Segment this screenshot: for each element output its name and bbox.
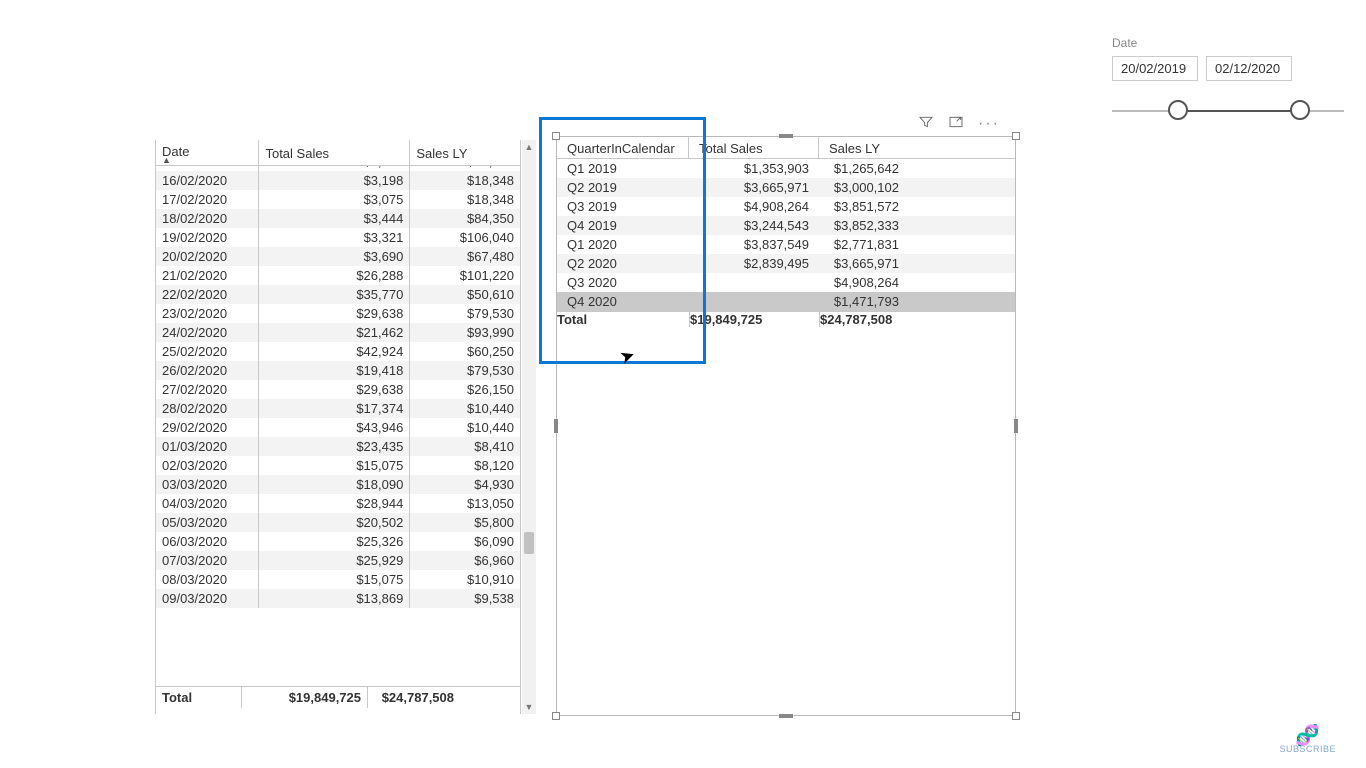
- resize-handle[interactable]: [1014, 419, 1018, 433]
- table-row[interactable]: 02/03/2020$15,075$8,120: [156, 456, 520, 475]
- daily-sales-header: Date ▲ Total Sales Sales LY: [156, 140, 520, 166]
- filter-icon[interactable]: [918, 114, 934, 133]
- more-options-icon[interactable]: ···: [978, 120, 1000, 128]
- col-header-quarter[interactable]: QuarterInCalendar: [557, 137, 689, 158]
- visual-header-actions: ···: [918, 114, 1000, 133]
- table-row[interactable]: 24/02/2020$21,462$93,990: [156, 323, 520, 342]
- subscribe-watermark: 🧬 SUBSCRIBE: [1279, 728, 1336, 754]
- date-slider[interactable]: [1112, 103, 1344, 119]
- total-ly-value: $24,787,508: [368, 687, 460, 708]
- table-row[interactable]: 09/03/2020$13,869$9,538: [156, 589, 520, 608]
- table-row[interactable]: 04/03/2020$28,944$13,050: [156, 494, 520, 513]
- resize-handle[interactable]: [552, 712, 560, 720]
- date-end-input[interactable]: 02/12/2020: [1206, 56, 1292, 81]
- table-row[interactable]: 27/02/2020$29,638$26,150: [156, 380, 520, 399]
- table-row[interactable]: Q3 2020$4,908,264: [557, 273, 1015, 292]
- daily-sales-table: Date ▲ Total Sales Sales LY 15/02/2020$2…: [155, 140, 521, 714]
- table-row[interactable]: 28/02/2020$17,374$10,440: [156, 399, 520, 418]
- resize-handle[interactable]: [1012, 132, 1020, 140]
- table-row[interactable]: 25/02/2020$42,924$60,250: [156, 342, 520, 361]
- slider-fill: [1178, 110, 1300, 112]
- col-header-sales-ly[interactable]: Sales LY: [819, 137, 919, 158]
- table-row[interactable]: 17/02/2020$3,075$18,348: [156, 190, 520, 209]
- table-row[interactable]: 23/02/2020$29,638$79,530: [156, 304, 520, 323]
- date-start-input[interactable]: 20/02/2019: [1112, 56, 1198, 81]
- table-row[interactable]: 01/03/2020$23,435$8,410: [156, 437, 520, 456]
- quarter-sales-table[interactable]: QuarterInCalendar Total Sales Sales LY Q…: [556, 136, 1016, 716]
- scroll-down-icon[interactable]: ▼: [522, 700, 536, 714]
- table-row[interactable]: 03/03/2020$18,090$4,930: [156, 475, 520, 494]
- daily-sales-scrollbar[interactable]: ▲ ▼: [522, 140, 536, 714]
- table-row[interactable]: Q2 2020$2,839,495$3,665,971: [557, 254, 1015, 273]
- table-row[interactable]: 26/02/2020$19,418$79,530: [156, 361, 520, 380]
- daily-sales-total-row: Total $19,849,725 $24,787,508: [156, 686, 520, 708]
- total-ly-value: $24,787,508: [819, 312, 909, 327]
- col-header-total-sales[interactable]: Total Sales: [259, 140, 410, 166]
- col-header-total-sales[interactable]: Total Sales: [689, 137, 819, 158]
- table-row[interactable]: 20/02/2020$3,690$67,480: [156, 247, 520, 266]
- total-sales-value: $19,849,725: [242, 687, 368, 708]
- date-slicer: Date 20/02/2019 02/12/2020: [1112, 36, 1354, 119]
- table-row[interactable]: 07/03/2020$25,929$6,960: [156, 551, 520, 570]
- table-row[interactable]: 21/02/2020$26,288$101,220: [156, 266, 520, 285]
- dna-icon: 🧬: [1279, 728, 1336, 744]
- slider-handle-start[interactable]: [1168, 100, 1188, 120]
- daily-sales-body[interactable]: 15/02/2020$2,091$26,68816/02/2020$3,198$…: [156, 166, 520, 686]
- table-row[interactable]: 19/02/2020$3,321$106,040: [156, 228, 520, 247]
- quarter-body[interactable]: Q1 2019$1,353,903$1,265,642Q2 2019$3,665…: [557, 159, 1015, 311]
- table-row[interactable]: Q1 2020$3,837,549$2,771,831: [557, 235, 1015, 254]
- scroll-up-icon[interactable]: ▲: [522, 140, 536, 154]
- table-row[interactable]: 06/03/2020$25,326$6,090: [156, 532, 520, 551]
- date-range-boxes: 20/02/2019 02/12/2020: [1112, 56, 1354, 81]
- table-row[interactable]: Q3 2019$4,908,264$3,851,572: [557, 197, 1015, 216]
- table-row[interactable]: Q1 2019$1,353,903$1,265,642: [557, 159, 1015, 178]
- quarter-header-row: QuarterInCalendar Total Sales Sales LY: [557, 137, 1015, 159]
- slider-handle-end[interactable]: [1290, 100, 1310, 120]
- table-row[interactable]: Q2 2019$3,665,971$3,000,102: [557, 178, 1015, 197]
- table-row[interactable]: 22/02/2020$35,770$50,610: [156, 285, 520, 304]
- table-row[interactable]: 18/02/2020$3,444$84,350: [156, 209, 520, 228]
- table-row[interactable]: 29/02/2020$43,946$10,440: [156, 418, 520, 437]
- resize-handle[interactable]: [779, 134, 793, 138]
- table-row[interactable]: Q4 2020$1,471,793: [557, 292, 1015, 311]
- resize-handle[interactable]: [552, 132, 560, 140]
- resize-handle[interactable]: [1012, 712, 1020, 720]
- table-row[interactable]: 16/02/2020$3,198$18,348: [156, 171, 520, 190]
- total-label: Total: [557, 312, 689, 327]
- scroll-thumb[interactable]: [524, 532, 534, 554]
- resize-handle[interactable]: [554, 419, 558, 433]
- table-row[interactable]: 05/03/2020$20,502$5,800: [156, 513, 520, 532]
- total-label: Total: [156, 687, 242, 708]
- col-header-sales-ly[interactable]: Sales LY: [410, 140, 520, 166]
- col-header-date[interactable]: Date ▲: [156, 140, 259, 166]
- focus-mode-icon[interactable]: [948, 114, 964, 133]
- table-row[interactable]: Q4 2019$3,244,543$3,852,333: [557, 216, 1015, 235]
- resize-handle[interactable]: [779, 714, 793, 718]
- total-sales-value: $19,849,725: [689, 312, 819, 327]
- date-slicer-label: Date: [1112, 36, 1354, 50]
- table-row[interactable]: 08/03/2020$15,075$10,910: [156, 570, 520, 589]
- quarter-total-row: Total $19,849,725 $24,787,508: [557, 311, 1015, 327]
